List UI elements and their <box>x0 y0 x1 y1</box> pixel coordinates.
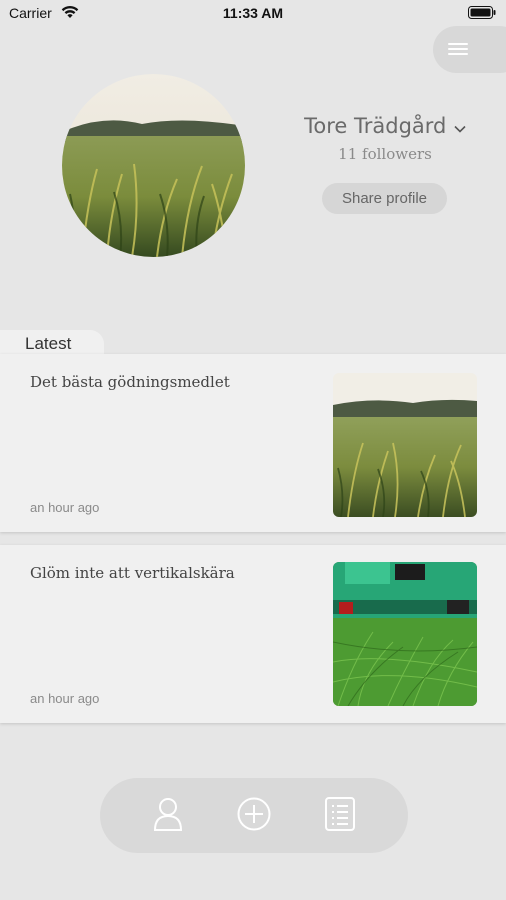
latest-section-tab: Latest <box>0 330 104 356</box>
battery-icon <box>468 6 496 19</box>
post-time: an hour ago <box>30 500 100 515</box>
post-thumbnail <box>333 562 477 706</box>
latest-section-label: Latest <box>25 334 72 353</box>
post-card[interactable]: Det bästa gödningsmedlet an hour ago <box>0 354 506 532</box>
profile-name: Tore Trädgård <box>304 114 447 138</box>
post-title: Det bästa gödningsmedlet <box>30 373 230 391</box>
avatar-grass-image <box>62 74 245 257</box>
status-time: 11:33 AM <box>222 5 284 21</box>
followers-count: 11 followers <box>338 145 432 163</box>
add-circle-icon[interactable] <box>236 796 272 832</box>
profile-icon[interactable] <box>152 796 184 832</box>
list-icon[interactable] <box>324 796 356 832</box>
menu-button[interactable] <box>433 26 506 73</box>
post-time: an hour ago <box>30 691 100 706</box>
profile-avatar[interactable] <box>62 74 245 257</box>
chevron-down-icon <box>454 125 466 133</box>
post-card[interactable]: Glöm inte att vertikalskära an hour ago <box>0 545 506 723</box>
post-title: Glöm inte att vertikalskära <box>30 564 235 582</box>
lawn-mower-grass-image <box>333 562 477 706</box>
status-bar: Carrier 11:33 AM <box>0 0 506 28</box>
bottom-tab-bar <box>100 778 408 853</box>
profile-name-row[interactable]: Tore Trädgård <box>290 114 480 138</box>
hamburger-menu-icon <box>448 43 468 55</box>
grass-closeup-image <box>333 373 477 517</box>
post-thumbnail <box>333 373 477 517</box>
share-profile-button[interactable]: Share profile <box>322 183 447 214</box>
